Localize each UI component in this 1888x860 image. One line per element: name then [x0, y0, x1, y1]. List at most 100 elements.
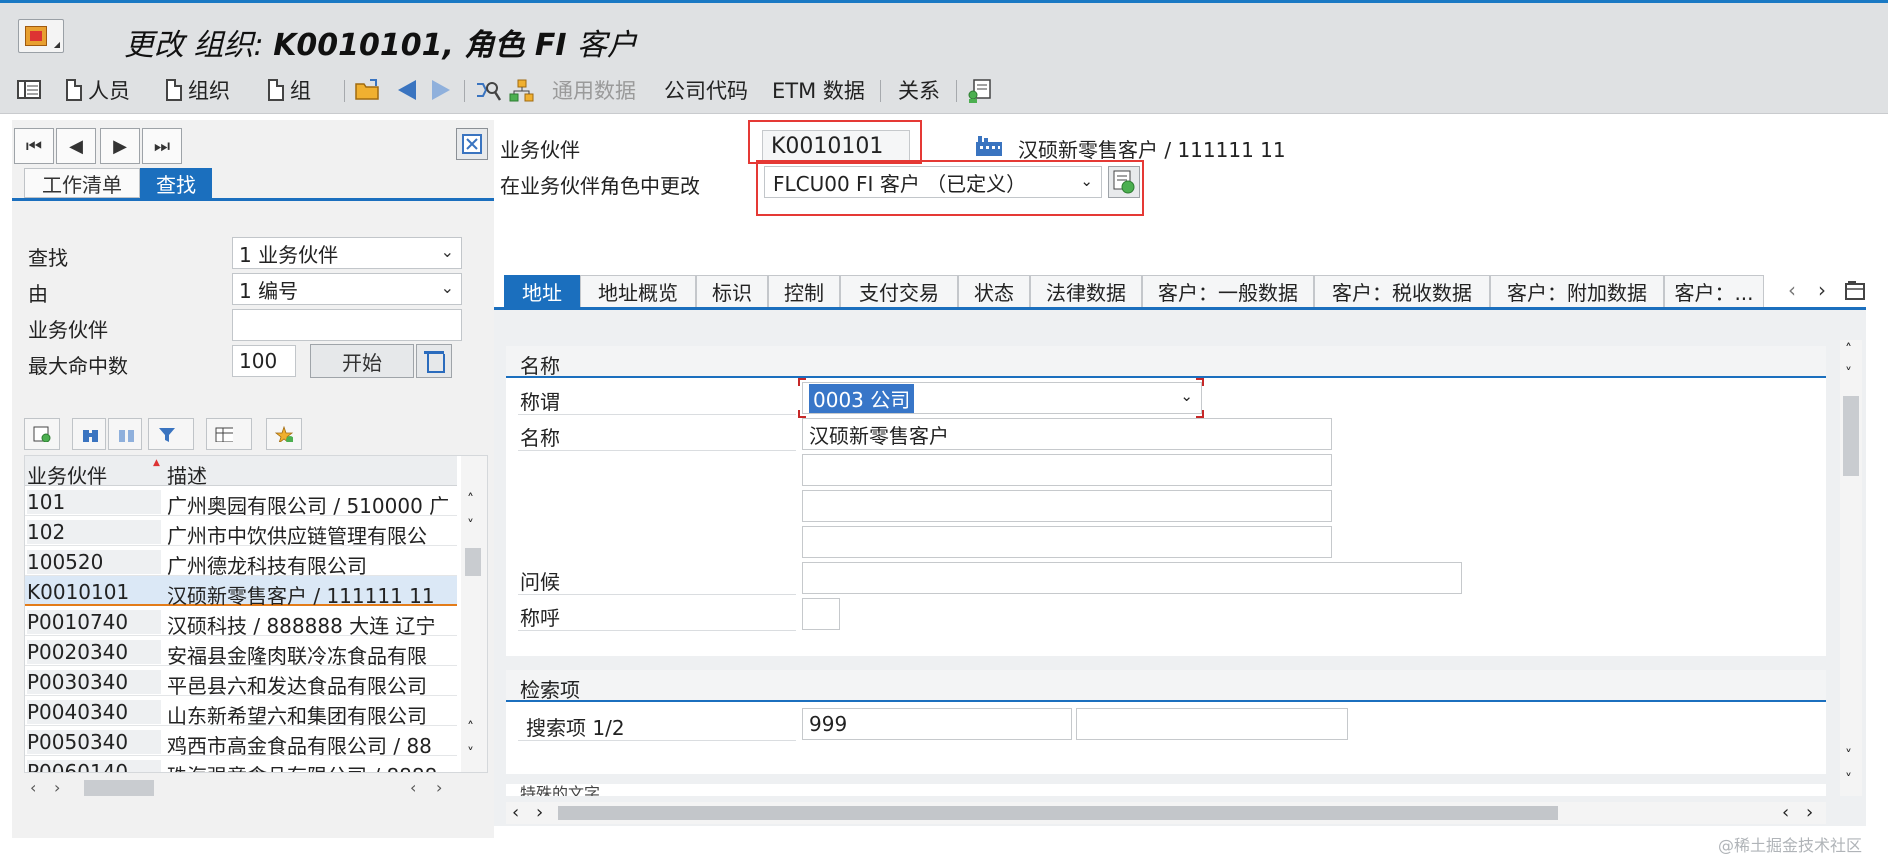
scroll-down-icon[interactable]: ˅	[1845, 772, 1852, 788]
application-toolbar: 人员 组织 组 通用数据 公司代码 ETM 数据 关系	[0, 66, 1888, 114]
back-arrow-icon[interactable]	[398, 80, 416, 100]
tab-scroll-left-icon[interactable]: ‹	[1788, 278, 1796, 302]
table-row[interactable]: P0010740 汉硕科技 / 888888 大连 辽宁	[25, 606, 457, 638]
tab-address[interactable]: 地址	[504, 275, 580, 307]
tab-payment[interactable]: 支付交易	[840, 275, 958, 307]
scroll-thumb[interactable]	[84, 780, 154, 796]
greeting-label: 问候	[520, 570, 560, 594]
scroll-up-icon[interactable]: ˄	[1845, 342, 1852, 358]
find-next-icon[interactable]	[108, 418, 142, 450]
result-list-toolbar: ◢ ◢	[24, 418, 488, 452]
content-horizontal-scrollbar[interactable]: ‹ › ‹ ›	[506, 802, 1826, 824]
name4-input[interactable]	[802, 526, 1332, 558]
table-row[interactable]: P0050340 鸡西市高金食品有限公司 / 88	[25, 726, 457, 758]
forward-arrow-icon[interactable]	[432, 80, 450, 100]
search-term1-input[interactable]: 999	[802, 708, 1072, 740]
scroll-down-icon[interactable]: ˅	[467, 746, 474, 762]
next-page-button[interactable]: ▶	[100, 128, 140, 164]
column-header-description[interactable]: 描述	[167, 460, 207, 489]
by-criteria-select[interactable]: 1 编号 ⌄	[232, 273, 462, 305]
organization-hierarchy-icon[interactable]	[508, 78, 534, 102]
find-binoculars-icon[interactable]	[72, 418, 106, 450]
scroll-down-icon[interactable]: ˅	[467, 518, 474, 534]
tab-identification[interactable]: 标识	[696, 275, 768, 307]
name1-input[interactable]: 汉硕新零售客户	[802, 418, 1332, 450]
trash-icon[interactable]	[416, 344, 452, 378]
company-code-button[interactable]: 公司代码	[664, 76, 748, 104]
scroll-thumb[interactable]	[1843, 396, 1859, 476]
table-row[interactable]: 101 广州奥园有限公司 / 510000 广	[25, 486, 457, 518]
person-list-icon[interactable]	[966, 78, 992, 103]
scroll-right-icon[interactable]: ›	[436, 778, 442, 797]
scroll-right-icon[interactable]: ›	[536, 802, 543, 823]
scroll-down-icon[interactable]: ˅	[1845, 748, 1852, 764]
toolbar-separator	[880, 80, 881, 102]
tab-customer-general[interactable]: 客户：一般数据	[1142, 275, 1314, 307]
collapse-locator-button[interactable]	[456, 128, 488, 160]
bp-search-input[interactable]	[232, 309, 462, 341]
tab-customer-additional[interactable]: 客户：附加数据	[1490, 275, 1664, 307]
column-header-bp[interactable]: 业务伙伴	[27, 460, 107, 489]
scroll-left-icon[interactable]: ‹	[512, 802, 519, 823]
scroll-thumb[interactable]	[465, 548, 481, 576]
new-group-button[interactable]: 组	[268, 76, 311, 104]
highlight-box	[748, 120, 922, 164]
row-bp-id: P0020340	[27, 640, 161, 664]
scroll-right-icon[interactable]: ›	[54, 778, 60, 797]
scroll-left-icon[interactable]: ‹	[410, 778, 416, 797]
greeting-input[interactable]	[802, 562, 1462, 594]
table-horizontal-scrollbar[interactable]: ‹ › ‹ ›	[24, 776, 488, 800]
tab-control[interactable]: 控制	[768, 275, 840, 307]
tab-status[interactable]: 状态	[958, 275, 1030, 307]
previous-page-button[interactable]: ◀	[56, 128, 96, 164]
filter-icon[interactable]: ◢	[148, 418, 194, 450]
scroll-down-icon[interactable]: ˅	[1845, 366, 1852, 382]
table-row[interactable]: 100520 广州德龙科技有限公司	[25, 546, 457, 578]
table-row[interactable]: P0020340 安福县金隆肉联冷冻食品有限	[25, 636, 457, 668]
tab-find[interactable]: 查找	[140, 168, 212, 198]
label-underline	[518, 594, 796, 595]
tab-worklist[interactable]: 工作清单	[24, 168, 140, 198]
add-favorite-icon[interactable]	[266, 418, 302, 450]
table-vertical-scrollbar[interactable]: ˄ ˅ ˄ ˅	[461, 456, 487, 772]
system-menu-icon[interactable]: ◢	[18, 19, 64, 53]
table-row-selected[interactable]: K0010101 汉硕新零售客户 / 111111 11	[25, 576, 457, 608]
tab-list-icon[interactable]	[1844, 280, 1868, 306]
start-search-button[interactable]: 开始	[310, 344, 414, 378]
tab-legal-data[interactable]: 法律数据	[1030, 275, 1142, 307]
first-page-button[interactable]: ⏮	[14, 128, 54, 164]
where-used-icon[interactable]	[474, 78, 502, 102]
find-type-select[interactable]: 1 业务伙伴 ⌄	[232, 237, 462, 269]
name2-input[interactable]	[802, 454, 1332, 486]
scroll-left-icon[interactable]: ‹	[30, 778, 36, 797]
scroll-thumb[interactable]	[558, 806, 1558, 820]
scroll-left-icon[interactable]: ‹	[1782, 802, 1789, 823]
relationships-button[interactable]: 关系	[898, 76, 940, 104]
salutation-select[interactable]: 0003 公司 ⌄	[802, 382, 1202, 414]
address-term-input[interactable]	[802, 598, 840, 630]
table-row[interactable]: P0030340 平邑县六和发达食品有限公司	[25, 666, 457, 698]
scroll-up-icon[interactable]: ˄	[467, 492, 474, 508]
tab-customer-more[interactable]: 客户：...	[1664, 275, 1764, 307]
tab-scroll-right-icon[interactable]: ›	[1818, 278, 1826, 302]
etm-data-button[interactable]: ETM 数据	[772, 76, 865, 104]
tab-customer-tax[interactable]: 客户：税收数据	[1314, 275, 1490, 307]
scroll-right-icon[interactable]: ›	[1806, 802, 1813, 823]
table-row[interactable]: 102 广州市中饮供应链管理有限公	[25, 516, 457, 548]
name3-input[interactable]	[802, 490, 1332, 522]
table-row[interactable]: P0060140 珠海强竞食品有限公司 / 8888	[25, 756, 457, 772]
details-icon[interactable]	[24, 418, 60, 450]
content-vertical-scrollbar[interactable]: ˄ ˅ ˅ ˅	[1840, 340, 1862, 796]
toggle-locator-icon[interactable]	[16, 78, 42, 102]
table-row[interactable]: P0040340 山东新希望六和集团有限公司	[25, 696, 457, 728]
tab-address-overview[interactable]: 地址概览	[580, 275, 696, 307]
last-page-button[interactable]: ⏭	[142, 128, 182, 164]
new-organization-button[interactable]: 组织	[166, 76, 230, 104]
search-term2-input[interactable]	[1076, 708, 1348, 740]
layout-icon[interactable]: ◢	[206, 418, 252, 450]
new-person-button[interactable]: 人员	[66, 76, 130, 104]
row-description: 珠海强竞食品有限公司 / 8888	[167, 760, 457, 772]
max-hits-input[interactable]: 100	[232, 345, 296, 377]
open-folder-icon[interactable]	[354, 78, 380, 102]
scroll-up-icon[interactable]: ˄	[467, 720, 474, 736]
